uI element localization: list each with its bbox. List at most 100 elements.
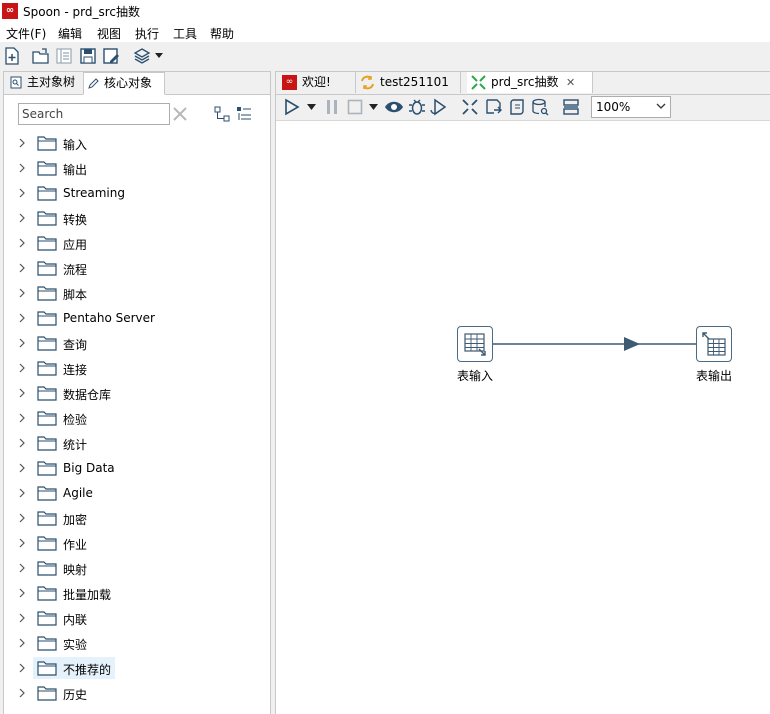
open-folder-icon[interactable] [32, 47, 50, 65]
new-file-icon[interactable] [3, 47, 21, 65]
replay-icon[interactable] [430, 98, 448, 116]
tree-item-data-warehouse[interactable]: 数据仓库 [4, 382, 270, 404]
chevron-right-icon[interactable] [17, 337, 27, 349]
tree-item-label: 加密 [63, 513, 88, 527]
tree-item-cryptography[interactable]: 加密 [4, 507, 270, 529]
tab-label: prd_src抽数 [491, 75, 559, 89]
tree-item-statistics[interactable]: 统计 [4, 432, 270, 454]
chevron-right-icon[interactable] [17, 162, 27, 174]
tree-item-history[interactable]: 历史 [4, 682, 270, 704]
folder-icon [37, 511, 57, 526]
sql-icon[interactable] [508, 98, 526, 116]
chevron-right-icon[interactable] [17, 412, 27, 424]
tree-item-application[interactable]: 应用 [4, 232, 270, 254]
impact-icon[interactable] [485, 98, 503, 116]
chevron-right-icon[interactable] [17, 462, 27, 474]
step-table-output[interactable] [696, 326, 732, 362]
tab-prd-src[interactable]: prd_src抽数 ✕ [467, 72, 593, 93]
verify-icon[interactable] [461, 98, 479, 116]
tree-item-big-data[interactable]: Big Data [4, 457, 270, 479]
explore-repository-icon[interactable] [55, 47, 73, 65]
chevron-right-icon[interactable] [17, 312, 27, 324]
tree-item-streaming[interactable]: Streaming [4, 182, 270, 204]
chevron-right-icon[interactable] [17, 687, 27, 699]
dropdown-arrow-icon[interactable] [154, 52, 164, 60]
search-box [18, 103, 170, 125]
chevron-right-icon[interactable] [17, 187, 27, 199]
chevron-right-icon[interactable] [17, 237, 27, 249]
spoon-app-icon: ∞ [2, 3, 18, 19]
collapse-all-icon[interactable] [214, 106, 230, 122]
transformation-canvas[interactable]: 表输入 表输出 [276, 121, 770, 714]
chevron-right-icon[interactable] [17, 287, 27, 299]
tree-item-lookup[interactable]: 查询 [4, 332, 270, 354]
chevron-right-icon[interactable] [17, 562, 27, 574]
tree-item-job[interactable]: 作业 [4, 532, 270, 554]
layers-icon[interactable] [133, 47, 151, 65]
close-tab-icon[interactable]: ✕ [566, 72, 575, 93]
tab-label: 欢迎! [302, 75, 331, 89]
chevron-right-icon[interactable] [17, 662, 27, 674]
chevron-right-icon[interactable] [17, 587, 27, 599]
chevron-right-icon[interactable] [17, 487, 27, 499]
stop-icon[interactable] [346, 98, 364, 116]
run-icon[interactable] [283, 98, 301, 116]
chevron-right-icon[interactable] [17, 612, 27, 624]
run-dropdown-icon[interactable] [307, 104, 316, 111]
menu-help[interactable]: 帮助 [210, 25, 234, 42]
save-icon[interactable] [79, 47, 97, 65]
transformation-toolbar: 100% [276, 95, 770, 121]
tree-item-bulk-loading[interactable]: 批量加载 [4, 582, 270, 604]
tree-item-experimental[interactable]: 实验 [4, 632, 270, 654]
chevron-right-icon[interactable] [17, 512, 27, 524]
tab-core-objects[interactable]: 核心对象 [83, 72, 165, 95]
clear-search-icon[interactable] [172, 106, 188, 122]
preview-icon[interactable] [384, 98, 404, 116]
expand-all-icon[interactable] [236, 106, 252, 122]
tree-item-inline[interactable]: 内联 [4, 607, 270, 629]
folder-icon [37, 586, 57, 601]
tree-item-mapping[interactable]: 映射 [4, 557, 270, 579]
chevron-right-icon[interactable] [17, 387, 27, 399]
tree-item-deprecated[interactable]: 不推荐的 [4, 657, 270, 679]
chevron-right-icon[interactable] [17, 212, 27, 224]
menu-file[interactable]: 文件(F) [6, 25, 46, 42]
search-input[interactable] [22, 105, 166, 122]
table-input-icon [464, 333, 486, 356]
debug-icon[interactable] [408, 98, 426, 116]
tree-item-scripting[interactable]: 脚本 [4, 282, 270, 304]
menu-tools[interactable]: 工具 [173, 25, 197, 42]
tree-item-flow[interactable]: 流程 [4, 257, 270, 279]
show-results-icon[interactable] [562, 98, 580, 116]
tree-item-pentaho-server[interactable]: Pentaho Server [4, 307, 270, 329]
chevron-right-icon[interactable] [17, 137, 27, 149]
menu-edit[interactable]: 编辑 [58, 25, 82, 42]
tab-main-object-tree[interactable]: 主对象树 [7, 72, 79, 93]
tree-item-output[interactable]: 输出 [4, 157, 270, 179]
tree-item-label: 历史 [63, 688, 88, 702]
save-as-icon[interactable] [102, 47, 120, 65]
pause-icon[interactable] [324, 98, 340, 116]
tree-item-joins[interactable]: 连接 [4, 357, 270, 379]
tree-item-label: 连接 [63, 363, 88, 377]
tree-item-validation[interactable]: 检验 [4, 407, 270, 429]
chevron-right-icon[interactable] [17, 637, 27, 649]
explore-db-icon[interactable] [531, 98, 549, 116]
folder-icon [37, 436, 57, 451]
chevron-right-icon[interactable] [17, 262, 27, 274]
menu-run[interactable]: 执行 [135, 25, 159, 42]
chevron-right-icon[interactable] [17, 437, 27, 449]
tree-item-label: 实验 [63, 638, 88, 652]
step-label-table-input: 表输入 [457, 369, 494, 383]
tree-item-agile[interactable]: Agile [4, 482, 270, 504]
chevron-right-icon[interactable] [17, 537, 27, 549]
menu-view[interactable]: 视图 [97, 25, 121, 42]
chevron-right-icon[interactable] [17, 362, 27, 374]
tree-item-transform[interactable]: 转换 [4, 207, 270, 229]
step-table-input[interactable] [457, 326, 493, 362]
tab-welcome[interactable]: ∞ 欢迎! [278, 72, 356, 93]
tree-item-input[interactable]: 输入 [4, 132, 270, 154]
tab-test251101[interactable]: test251101 [356, 72, 461, 93]
stop-dropdown-icon[interactable] [369, 104, 378, 111]
zoom-select[interactable]: 100% [591, 96, 671, 118]
